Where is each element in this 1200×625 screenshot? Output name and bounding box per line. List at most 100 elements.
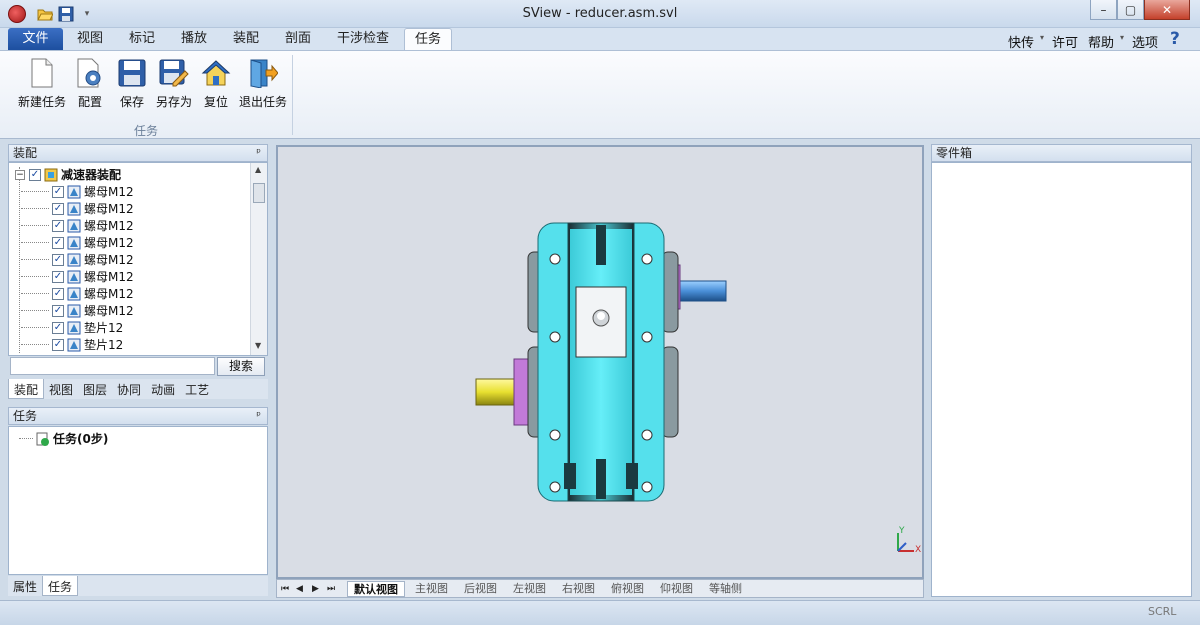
scroll-up-icon[interactable]: ▲ <box>255 165 261 174</box>
help-icon[interactable]: ? <box>1170 29 1180 49</box>
tab-task[interactable]: 任务 <box>404 28 452 50</box>
part-icon <box>67 321 81 334</box>
menu-quick-share[interactable]: 快传 <box>1008 32 1034 51</box>
next-view-icon[interactable]: ▶ <box>312 581 319 597</box>
dropdown-arrow-icon[interactable]: ▾ <box>1040 33 1044 42</box>
window-title: SView - reducer.asm.svl <box>522 6 678 21</box>
tab-isometric-view[interactable]: 等轴侧 <box>709 581 742 597</box>
tab-collab-panel[interactable]: 协同 <box>112 379 146 399</box>
configure-label: 配置 <box>77 95 102 109</box>
minimize-button[interactable]: – <box>1090 0 1117 20</box>
checkbox-icon[interactable]: ✓ <box>52 185 64 198</box>
task-tree[interactable]: 任务(0步) <box>8 426 268 575</box>
checkbox-icon[interactable]: ✓ <box>52 304 64 317</box>
tree-scrollbar[interactable]: ▲ ▼ <box>250 163 267 355</box>
tab-assembly-panel[interactable]: 装配 <box>8 379 45 399</box>
exit-door-icon <box>248 57 278 89</box>
tab-top-view[interactable]: 俯视图 <box>611 581 644 597</box>
save-as-button[interactable]: 另存为 <box>154 57 194 113</box>
menu-license[interactable]: 许可 <box>1052 32 1078 51</box>
tab-markup[interactable]: 标记 <box>120 28 164 50</box>
assembly-icon <box>44 168 58 181</box>
task-root[interactable]: 任务(0步) <box>19 430 108 447</box>
tree-item[interactable]: ✓ 螺母M12 <box>21 251 134 268</box>
title-bar: ▾ SView - reducer.asm.svl – ▢ ✕ <box>0 0 1200 28</box>
tree-guide-line <box>21 259 49 260</box>
assembly-tree[interactable]: − ✓ 减速器装配 ✓ 螺母M12 ✓ 螺母M12 ✓ 螺母M12 ✓ 螺母M12 ✓ 螺母M12… <box>8 162 268 356</box>
tree-root-label: 减速器装配 <box>61 168 122 182</box>
tree-guide-line <box>21 276 49 277</box>
tree-root[interactable]: − ✓ 减速器装配 <box>15 166 121 183</box>
checkbox-icon[interactable]: ✓ <box>52 338 64 351</box>
checkbox-icon[interactable]: ✓ <box>29 168 41 181</box>
tree-item[interactable]: ✓ 垫片12 <box>21 336 123 353</box>
tree-item[interactable]: ✓ 螺母M12 <box>21 302 134 319</box>
scroll-lock-indicator: SCRL <box>1148 605 1177 618</box>
checkbox-icon[interactable]: ✓ <box>52 236 64 249</box>
tab-default-view[interactable]: 默认视图 <box>347 581 405 597</box>
pin-icon[interactable]: ᵖ <box>256 408 261 424</box>
tab-process-panel[interactable]: 工艺 <box>180 379 214 399</box>
checkbox-icon[interactable]: ✓ <box>52 202 64 215</box>
tree-item[interactable]: ✓ 螺母M12 <box>21 268 134 285</box>
checkbox-icon[interactable]: ✓ <box>52 321 64 334</box>
tab-left-view[interactable]: 左视图 <box>513 581 546 597</box>
checkbox-icon[interactable]: ✓ <box>52 270 64 283</box>
menu-options[interactable]: 选项 <box>1132 32 1158 51</box>
ribbon-panel: 新建任务 配置 保存 另存为 复位 退出任务 任务 <box>0 50 1200 139</box>
exit-task-label: 退出任务 <box>238 95 287 109</box>
tab-front-view[interactable]: 主视图 <box>415 581 448 597</box>
tab-interference[interactable]: 干涉检查 <box>330 28 396 50</box>
floppy-save-icon <box>117 57 147 89</box>
tab-animation-panel[interactable]: 动画 <box>146 379 180 399</box>
prev-view-icon[interactable]: ◀ <box>296 581 303 597</box>
tree-item[interactable]: ✓ 螺母M12 <box>21 183 134 200</box>
tree-item[interactable]: ✓ 螺母M12 <box>21 285 134 302</box>
tab-properties[interactable]: 属性 <box>8 576 42 596</box>
tab-view[interactable]: 视图 <box>68 28 112 50</box>
configure-button[interactable]: 配置 <box>72 57 108 113</box>
tab-right-view[interactable]: 右视图 <box>562 581 595 597</box>
part-icon <box>67 253 81 266</box>
assembly-bottom-tabs: 装配 视图 图层 协同 动画 工艺 <box>8 379 268 399</box>
tab-file[interactable]: 文件 <box>8 28 63 50</box>
tab-assembly[interactable]: 装配 <box>224 28 268 50</box>
scroll-down-icon[interactable]: ▼ <box>255 341 261 350</box>
tree-item[interactable]: ✓ 螺母M12 <box>21 217 134 234</box>
tree-item-label: 螺母M12 <box>84 202 134 216</box>
tab-back-view[interactable]: 后视图 <box>464 581 497 597</box>
dropdown-arrow-icon[interactable]: ▾ <box>1120 33 1124 42</box>
part-icon <box>67 185 81 198</box>
3d-viewport[interactable]: Y X <box>276 145 924 579</box>
reducer-model-icon[interactable] <box>278 147 922 577</box>
collapse-toggle-icon[interactable]: − <box>15 169 25 180</box>
tab-bottom-view[interactable]: 仰视图 <box>660 581 693 597</box>
reset-button[interactable]: 复位 <box>200 57 232 113</box>
save-button[interactable]: 保存 <box>116 57 148 113</box>
tab-layer-panel[interactable]: 图层 <box>78 379 112 399</box>
tree-item-label: 螺母M12 <box>84 270 134 284</box>
close-button[interactable]: ✕ <box>1144 0 1190 20</box>
last-view-icon[interactable]: ⏭ <box>327 581 335 597</box>
parts-box-panel[interactable] <box>931 162 1192 597</box>
tab-task-panel[interactable]: 任务 <box>42 576 79 596</box>
tab-section[interactable]: 剖面 <box>276 28 320 50</box>
pin-icon[interactable]: ᵖ <box>256 145 261 161</box>
first-view-icon[interactable]: ⏮ <box>281 581 289 597</box>
tree-item[interactable]: ✓ 垫片12 <box>21 319 123 336</box>
tab-play[interactable]: 播放 <box>172 28 216 50</box>
checkbox-icon[interactable]: ✓ <box>52 253 64 266</box>
tab-view-panel[interactable]: 视图 <box>44 379 78 399</box>
tree-item[interactable]: ✓ 螺母M12 <box>21 234 134 251</box>
tree-item[interactable]: ✓ 螺母M12 <box>21 200 134 217</box>
search-input[interactable] <box>10 357 215 375</box>
checkbox-icon[interactable]: ✓ <box>52 219 64 232</box>
exit-task-button[interactable]: 退出任务 <box>238 57 288 113</box>
search-button[interactable]: 搜索 <box>217 357 265 376</box>
checkbox-icon[interactable]: ✓ <box>52 287 64 300</box>
maximize-button[interactable]: ▢ <box>1117 0 1144 20</box>
menu-help[interactable]: 帮助 <box>1088 32 1114 51</box>
new-task-button[interactable]: 新建任务 <box>16 57 68 113</box>
scroll-thumb[interactable] <box>253 183 265 203</box>
task-bottom-tabs: 属性 任务 <box>8 576 268 596</box>
